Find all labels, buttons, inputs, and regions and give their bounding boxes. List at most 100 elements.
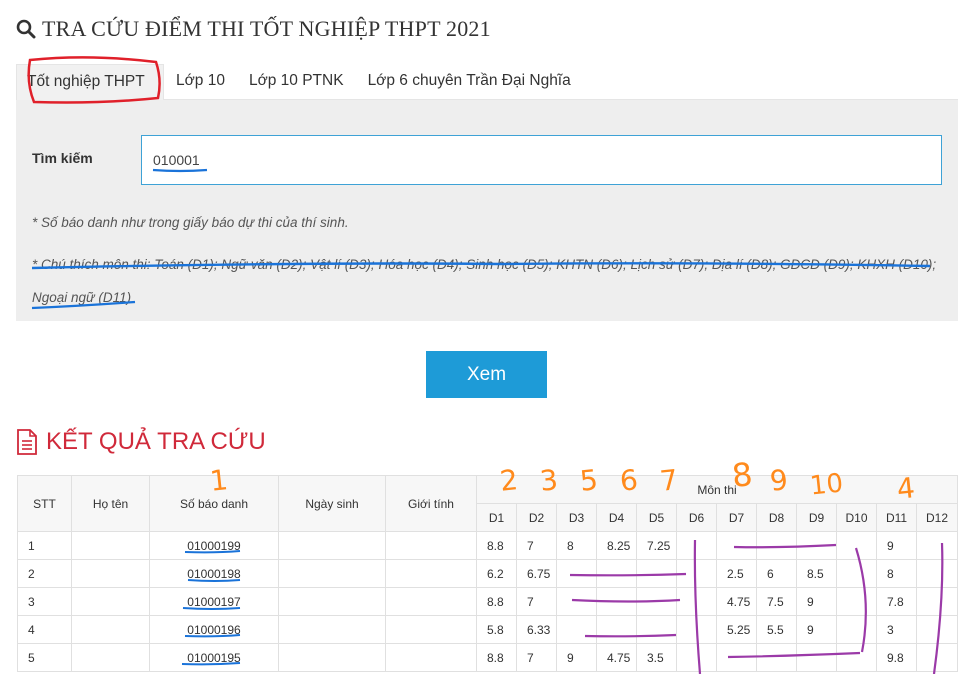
cell-score: 4.75 [716, 587, 757, 616]
cell-score: 8 [556, 531, 597, 560]
xem-button[interactable]: Xem [426, 351, 547, 398]
search-panel: Tìm kiếm * Số báo danh như trong giấy bá… [16, 100, 958, 321]
table-row: 3 01000197 8.8 7 4.75 7.5 9 7.8 [17, 587, 959, 616]
cell-name [71, 643, 150, 672]
note-sbd: * Số báo danh như trong giấy báo dự thi … [32, 215, 349, 230]
cell-gender [385, 531, 477, 560]
cell-score: 5.5 [756, 615, 797, 644]
cell-score [796, 643, 837, 672]
cell-score [596, 587, 637, 616]
col-ngay-sinh: Ngày sinh [278, 475, 386, 532]
cell-dob [278, 587, 386, 616]
cell-score [556, 587, 597, 616]
cell-score: 9 [556, 643, 597, 672]
cell-stt: 4 [17, 615, 72, 644]
cell-score: 6.75 [516, 559, 557, 588]
cell-score: 9 [876, 531, 917, 560]
cell-gender [385, 559, 477, 588]
page-title-text: TRA CỨU ĐIỂM THI TỐT NGHIỆP THPT 2021 [42, 16, 491, 41]
cell-sbd: 01000195 [149, 643, 279, 672]
cell-score [676, 531, 717, 560]
col-subject-d8: D8 [756, 503, 797, 532]
tab-lop-10[interactable]: Lớp 10 [164, 64, 237, 100]
cell-sbd: 01000198 [149, 559, 279, 588]
cell-score [636, 615, 677, 644]
cell-score [756, 531, 797, 560]
cell-stt: 3 [17, 587, 72, 616]
search-input[interactable] [141, 135, 942, 185]
cell-score: 7 [516, 531, 557, 560]
cell-score [676, 615, 717, 644]
cell-sbd: 01000196 [149, 615, 279, 644]
cell-score: 8.8 [476, 531, 517, 560]
cell-score [915, 587, 959, 616]
cell-score [556, 615, 597, 644]
results-title: KẾT QUẢ TRA CỨU [16, 428, 266, 456]
cell-score: 9.8 [876, 643, 917, 672]
cell-name [71, 615, 150, 644]
cell-score: 9 [796, 615, 837, 644]
cell-score [756, 643, 797, 672]
cell-score: 6 [756, 559, 797, 588]
cell-score: 3 [876, 615, 917, 644]
tab-tot-nghiep-thpt[interactable]: Tốt nghiệp THPT [16, 64, 164, 100]
col-subject-d10: D10 [836, 503, 877, 532]
cell-score [716, 643, 757, 672]
results-title-text: KẾT QUẢ TRA CỨU [46, 428, 266, 455]
cell-score: 6.2 [476, 559, 517, 588]
cell-score [836, 615, 877, 644]
cell-stt: 5 [17, 643, 72, 672]
col-subject-d11: D11 [876, 503, 917, 532]
col-stt: STT [17, 475, 72, 532]
tab-lop-10-ptnk[interactable]: Lớp 10 PTNK [237, 64, 356, 100]
col-subject-d4: D4 [596, 503, 637, 532]
cell-sbd: 01000199 [149, 531, 279, 560]
search-icon [16, 19, 36, 39]
cell-score: 7 [516, 643, 557, 672]
cell-score [676, 587, 717, 616]
cell-score: 8 [876, 559, 917, 588]
col-subject-d5: D5 [636, 503, 677, 532]
table-row: 4 01000196 5.8 6.33 5.25 5.5 9 3 [17, 615, 959, 644]
cell-name [71, 531, 150, 560]
col-subject-d1: D1 [476, 503, 517, 532]
cell-score: 7.8 [876, 587, 917, 616]
cell-score: 8.8 [476, 587, 517, 616]
col-subject-d9: D9 [796, 503, 837, 532]
cell-gender [385, 643, 477, 672]
table-row: 2 01000198 6.2 6.75 2.5 6 8.5 8 [17, 559, 959, 588]
cell-name [71, 587, 150, 616]
col-gioi-tinh: Giới tính [385, 475, 477, 532]
cell-score [676, 643, 717, 672]
cell-score: 5.25 [716, 615, 757, 644]
cell-stt: 2 [17, 559, 72, 588]
col-so-bao-danh: Số báo danh [149, 475, 279, 532]
col-subject-d6: D6 [676, 503, 717, 532]
cell-score: 7.25 [636, 531, 677, 560]
cell-score: 2.5 [716, 559, 757, 588]
search-label: Tìm kiếm [32, 150, 93, 166]
cell-score: 5.8 [476, 615, 517, 644]
cell-score [915, 559, 959, 588]
cell-dob [278, 615, 386, 644]
cell-score [596, 615, 637, 644]
tab-bar: Tốt nghiệp THPT Lớp 10 Lớp 10 PTNK Lớp 6… [16, 64, 958, 100]
cell-score [915, 615, 959, 644]
cell-score [915, 643, 959, 672]
cell-name [71, 559, 150, 588]
cell-score: 4.75 [596, 643, 637, 672]
tab-lop-6-chuyen[interactable]: Lớp 6 chuyên Trần Đại Nghĩa [356, 64, 583, 100]
cell-score: 9 [796, 587, 837, 616]
cell-score [676, 559, 717, 588]
cell-sbd: 01000197 [149, 587, 279, 616]
cell-score [716, 531, 757, 560]
cell-dob [278, 531, 386, 560]
col-subject-d7: D7 [716, 503, 757, 532]
cell-score [836, 587, 877, 616]
cell-score: 7 [516, 587, 557, 616]
page-title: TRA CỨU ĐIỂM THI TỐT NGHIỆP THPT 2021 [16, 16, 491, 42]
col-subject-d3: D3 [556, 503, 597, 532]
col-ho-ten: Họ tên [71, 475, 150, 532]
cell-score: 6.33 [516, 615, 557, 644]
cell-score: 8.8 [476, 643, 517, 672]
